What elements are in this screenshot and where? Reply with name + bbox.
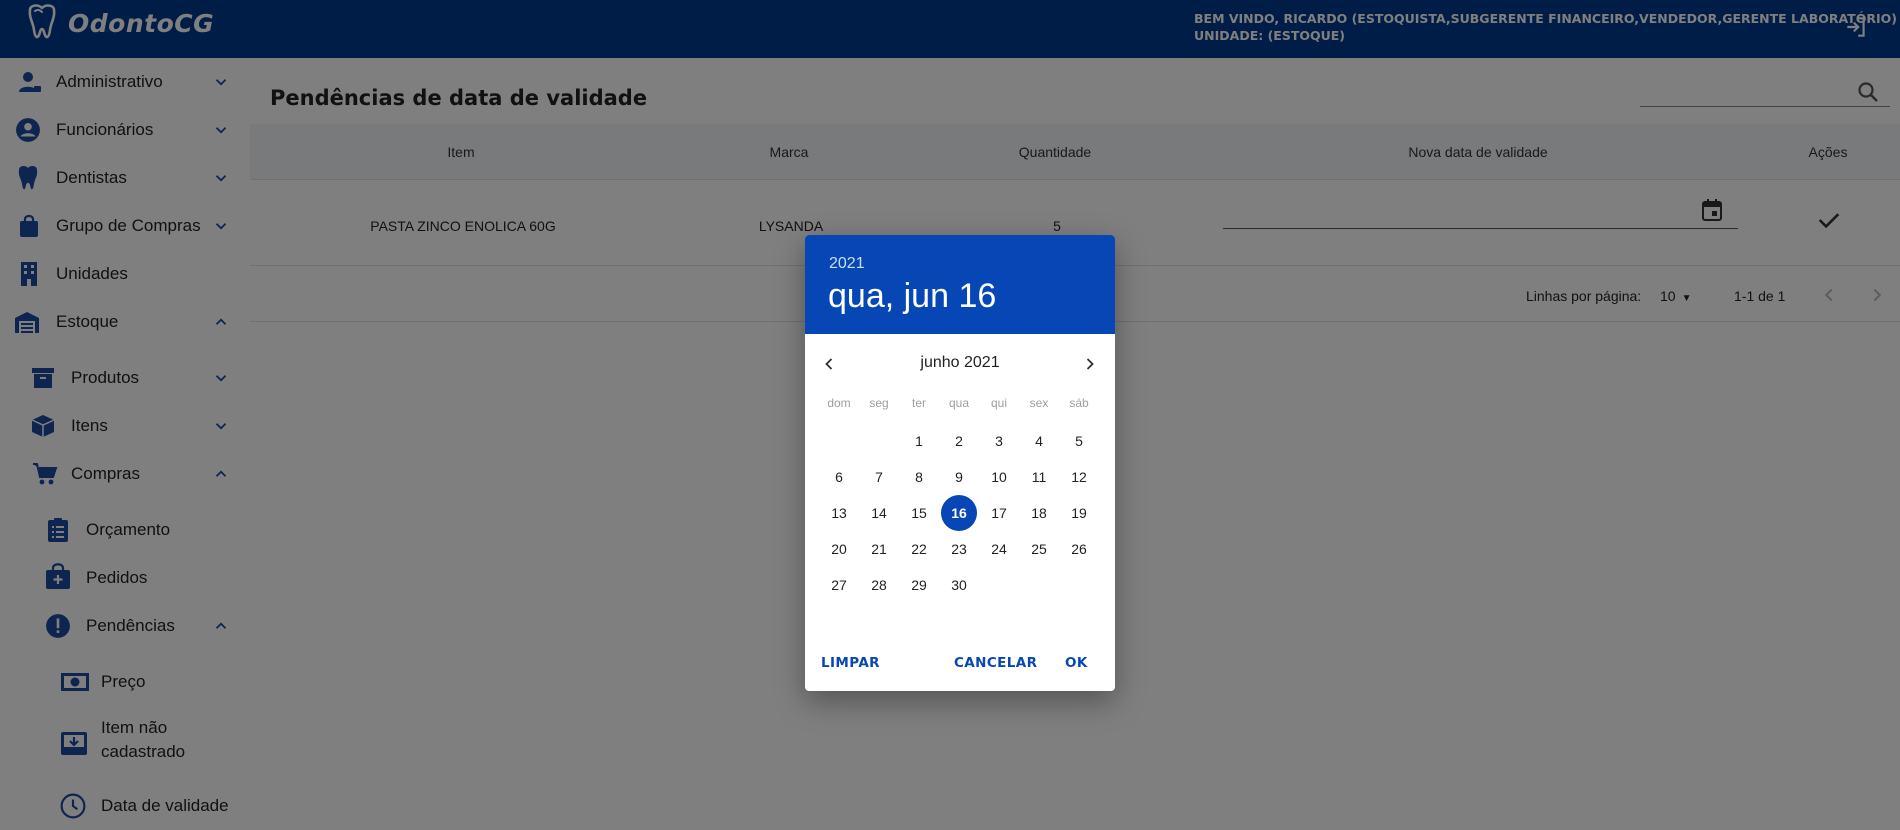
- ok-button[interactable]: OK: [1065, 655, 1088, 671]
- calendar-day[interactable]: 29: [901, 567, 937, 603]
- weekday-label: qui: [990, 396, 1007, 410]
- calendar-day[interactable]: 1: [901, 423, 937, 459]
- date-picker-dialog: 2021 qua, jun 16 junho 2021 dom seg ter qua…: [805, 235, 1115, 691]
- calendar-day[interactable]: 8: [901, 459, 937, 495]
- calendar-day[interactable]: 4: [1021, 423, 1057, 459]
- calendar-day[interactable]: 28: [861, 567, 897, 603]
- calendar-day[interactable]: 23: [941, 531, 977, 567]
- calendar-day[interactable]: 14: [861, 495, 897, 531]
- calendar-day[interactable]: 3: [981, 423, 1017, 459]
- clear-button[interactable]: LIMPAR: [821, 655, 880, 671]
- calendar-day[interactable]: 11: [1021, 459, 1057, 495]
- calendar-day[interactable]: 9: [941, 459, 977, 495]
- calendar-day[interactable]: 30: [941, 567, 977, 603]
- date-picker-header: 2021 qua, jun 16: [805, 235, 1115, 334]
- calendar-day[interactable]: 24: [981, 531, 1017, 567]
- calendar-day[interactable]: 25: [1021, 531, 1057, 567]
- calendar-day[interactable]: 2: [941, 423, 977, 459]
- calendar-day[interactable]: 7: [861, 459, 897, 495]
- calendar-day[interactable]: 18: [1021, 495, 1057, 531]
- calendar-day[interactable]: 12: [1061, 459, 1097, 495]
- weekday-label: qua: [948, 396, 970, 410]
- weekday-label: sáb: [1069, 396, 1089, 410]
- chevron-right-icon: [1086, 358, 1094, 370]
- calendar-day[interactable]: 13: [821, 495, 857, 531]
- calendar-day[interactable]: 10: [981, 459, 1017, 495]
- next-month-button[interactable]: [1076, 350, 1104, 378]
- calendar-day[interactable]: 21: [861, 531, 897, 567]
- calendar-day[interactable]: 5: [1061, 423, 1097, 459]
- calendar-day[interactable]: 22: [901, 531, 937, 567]
- calendar-day[interactable]: 27: [821, 567, 857, 603]
- month-label: junho 2021: [920, 354, 1000, 371]
- month-navigation: junho 2021: [805, 334, 1115, 394]
- calendar-day[interactable]: 6: [821, 459, 857, 495]
- weekday-label: ter: [911, 396, 926, 410]
- cancel-button[interactable]: CANCELAR: [954, 655, 1037, 671]
- weekday-label: dom: [827, 396, 851, 410]
- weekday-label: sex: [1029, 396, 1049, 410]
- calendar-day[interactable]: 19: [1061, 495, 1097, 531]
- calendar-day[interactable]: 17: [981, 495, 1017, 531]
- calendar-day[interactable]: 20: [821, 531, 857, 567]
- year-selector[interactable]: 2021: [829, 255, 865, 273]
- weekday-label: seg: [869, 396, 889, 410]
- selected-date-label: qua, jun 16: [828, 277, 997, 315]
- calendar-day[interactable]: 26: [1061, 531, 1097, 567]
- calendar-day[interactable]: 15: [901, 495, 937, 531]
- calendar-day-selected[interactable]: 16: [941, 495, 977, 531]
